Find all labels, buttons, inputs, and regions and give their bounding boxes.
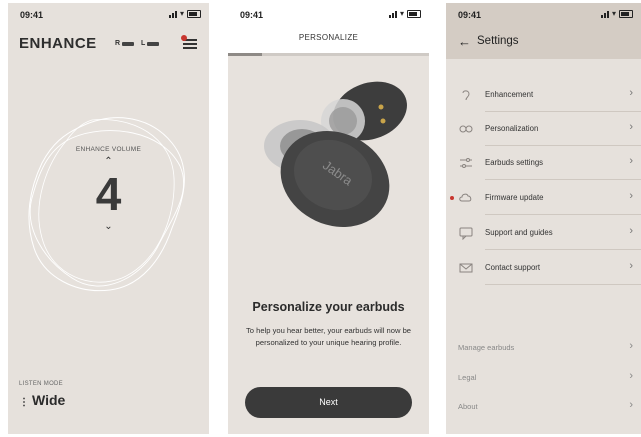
- back-arrow-icon[interactable]: ←: [458, 34, 471, 49]
- progress-bar: [228, 53, 429, 56]
- earbuds-image: Jabra: [264, 81, 407, 227]
- signal-icon: [168, 10, 177, 18]
- battery-icon: [187, 9, 201, 18]
- status-time: 09:41: [240, 10, 264, 20]
- page-title: PERSONALIZE: [298, 33, 359, 42]
- settings-item-label: Contact support: [485, 263, 541, 272]
- right-bud-label: R: [115, 40, 121, 47]
- settings-item-about[interactable]: About ›: [446, 393, 641, 421]
- divider: [485, 284, 641, 285]
- chat-icon: [459, 227, 473, 240]
- enhance-screen: 09:41 ▾ ENHANCE R L ENHANCE VOLUME ⌃ 4 ⌄…: [8, 3, 209, 434]
- personalization-icon: [459, 125, 473, 133]
- cloud-icon: [459, 193, 472, 202]
- chevron-right-icon: ›: [629, 87, 633, 99]
- mail-icon: [459, 263, 473, 273]
- settings-screen: 09:41 ▾ ← Settings Enhancement › Persona…: [446, 3, 641, 434]
- volume-label: ENHANCE VOLUME: [75, 146, 142, 153]
- battery-icon: [619, 9, 633, 18]
- next-button[interactable]: Next: [245, 387, 412, 418]
- settings-item-label: Legal: [458, 373, 477, 382]
- ear-icon: [462, 90, 470, 101]
- chevron-right-icon: ›: [629, 260, 633, 272]
- chevron-up-icon[interactable]: ⌃: [104, 156, 112, 167]
- sliders-icon: [460, 158, 472, 168]
- listen-mode-value: Wide: [32, 392, 66, 408]
- right-earbud-battery: R: [115, 40, 135, 47]
- notification-dot: [450, 196, 454, 200]
- settings-item-manage-earbuds[interactable]: Manage earbuds ›: [446, 334, 641, 362]
- settings-item-label: Personalization: [485, 124, 539, 133]
- listen-mode-label: LISTEN MODE: [19, 381, 63, 387]
- chevron-right-icon: ›: [629, 225, 633, 237]
- chevron-right-icon: ›: [629, 370, 633, 382]
- status-time: 09:41: [20, 10, 44, 20]
- chevron-right-icon: ›: [629, 155, 633, 167]
- page-title: ENHANCE: [19, 35, 97, 52]
- page-title: Settings: [477, 35, 519, 47]
- battery-icon: [407, 9, 421, 18]
- divider: [485, 214, 641, 215]
- settings-item-label: Earbuds settings: [485, 158, 544, 167]
- settings-item-earbuds-settings[interactable]: Earbuds settings ›: [446, 146, 641, 180]
- status-bar: 09:41 ▾: [228, 3, 429, 27]
- status-bar: 09:41 ▾: [446, 3, 641, 27]
- signal-icon: [600, 10, 609, 18]
- chevron-right-icon: ›: [629, 121, 633, 133]
- wifi-icon: ▾: [399, 9, 404, 18]
- chevron-right-icon: ›: [629, 399, 633, 411]
- kebab-icon: ⋮: [19, 397, 29, 408]
- settings-item-label: Enhancement: [485, 90, 534, 99]
- left-bud-label: L: [141, 40, 146, 47]
- progress-fill: [228, 53, 263, 56]
- description: To help you hear better, your earbuds wi…: [245, 326, 412, 347]
- chevron-right-icon: ›: [629, 190, 633, 202]
- wifi-icon: ▾: [179, 9, 184, 18]
- menu-button[interactable]: [181, 35, 197, 49]
- settings-item-personalization[interactable]: Personalization ›: [446, 112, 641, 146]
- settings-item-contact-support[interactable]: Contact support ›: [446, 251, 641, 285]
- chevron-down-icon[interactable]: ⌄: [104, 221, 112, 232]
- settings-item-support-and-guides[interactable]: Support and guides ›: [446, 216, 641, 250]
- settings-item-label: About: [458, 402, 478, 411]
- settings-item-legal[interactable]: Legal ›: [446, 364, 641, 392]
- status-time: 09:41: [458, 10, 482, 20]
- signal-icon: [388, 10, 397, 18]
- divider: [485, 249, 641, 250]
- battery-icon: [147, 41, 160, 46]
- listen-mode-selector[interactable]: ⋮ Wide: [19, 392, 65, 408]
- volume-value: 4: [95, 168, 122, 220]
- notification-dot: [181, 35, 187, 41]
- settings-item-label: Support and guides: [485, 228, 553, 237]
- settings-item-firmware-update[interactable]: Firmware update ›: [446, 181, 641, 215]
- personalize-screen: 09:41 ▾ PERSONALIZE Jabra Personalize yo…: [228, 3, 429, 434]
- status-bar: 09:41 ▾: [8, 3, 209, 27]
- settings-item-label: Manage earbuds: [458, 343, 515, 352]
- chevron-right-icon: ›: [629, 340, 633, 352]
- left-earbud-battery: L: [141, 40, 160, 47]
- wifi-icon: ▾: [611, 9, 616, 18]
- settings-item-enhancement[interactable]: Enhancement ›: [446, 78, 641, 112]
- settings-item-label: Firmware update: [485, 193, 544, 202]
- heading: Personalize your earbuds: [252, 300, 405, 314]
- divider: [485, 179, 641, 180]
- battery-icon: [122, 41, 135, 46]
